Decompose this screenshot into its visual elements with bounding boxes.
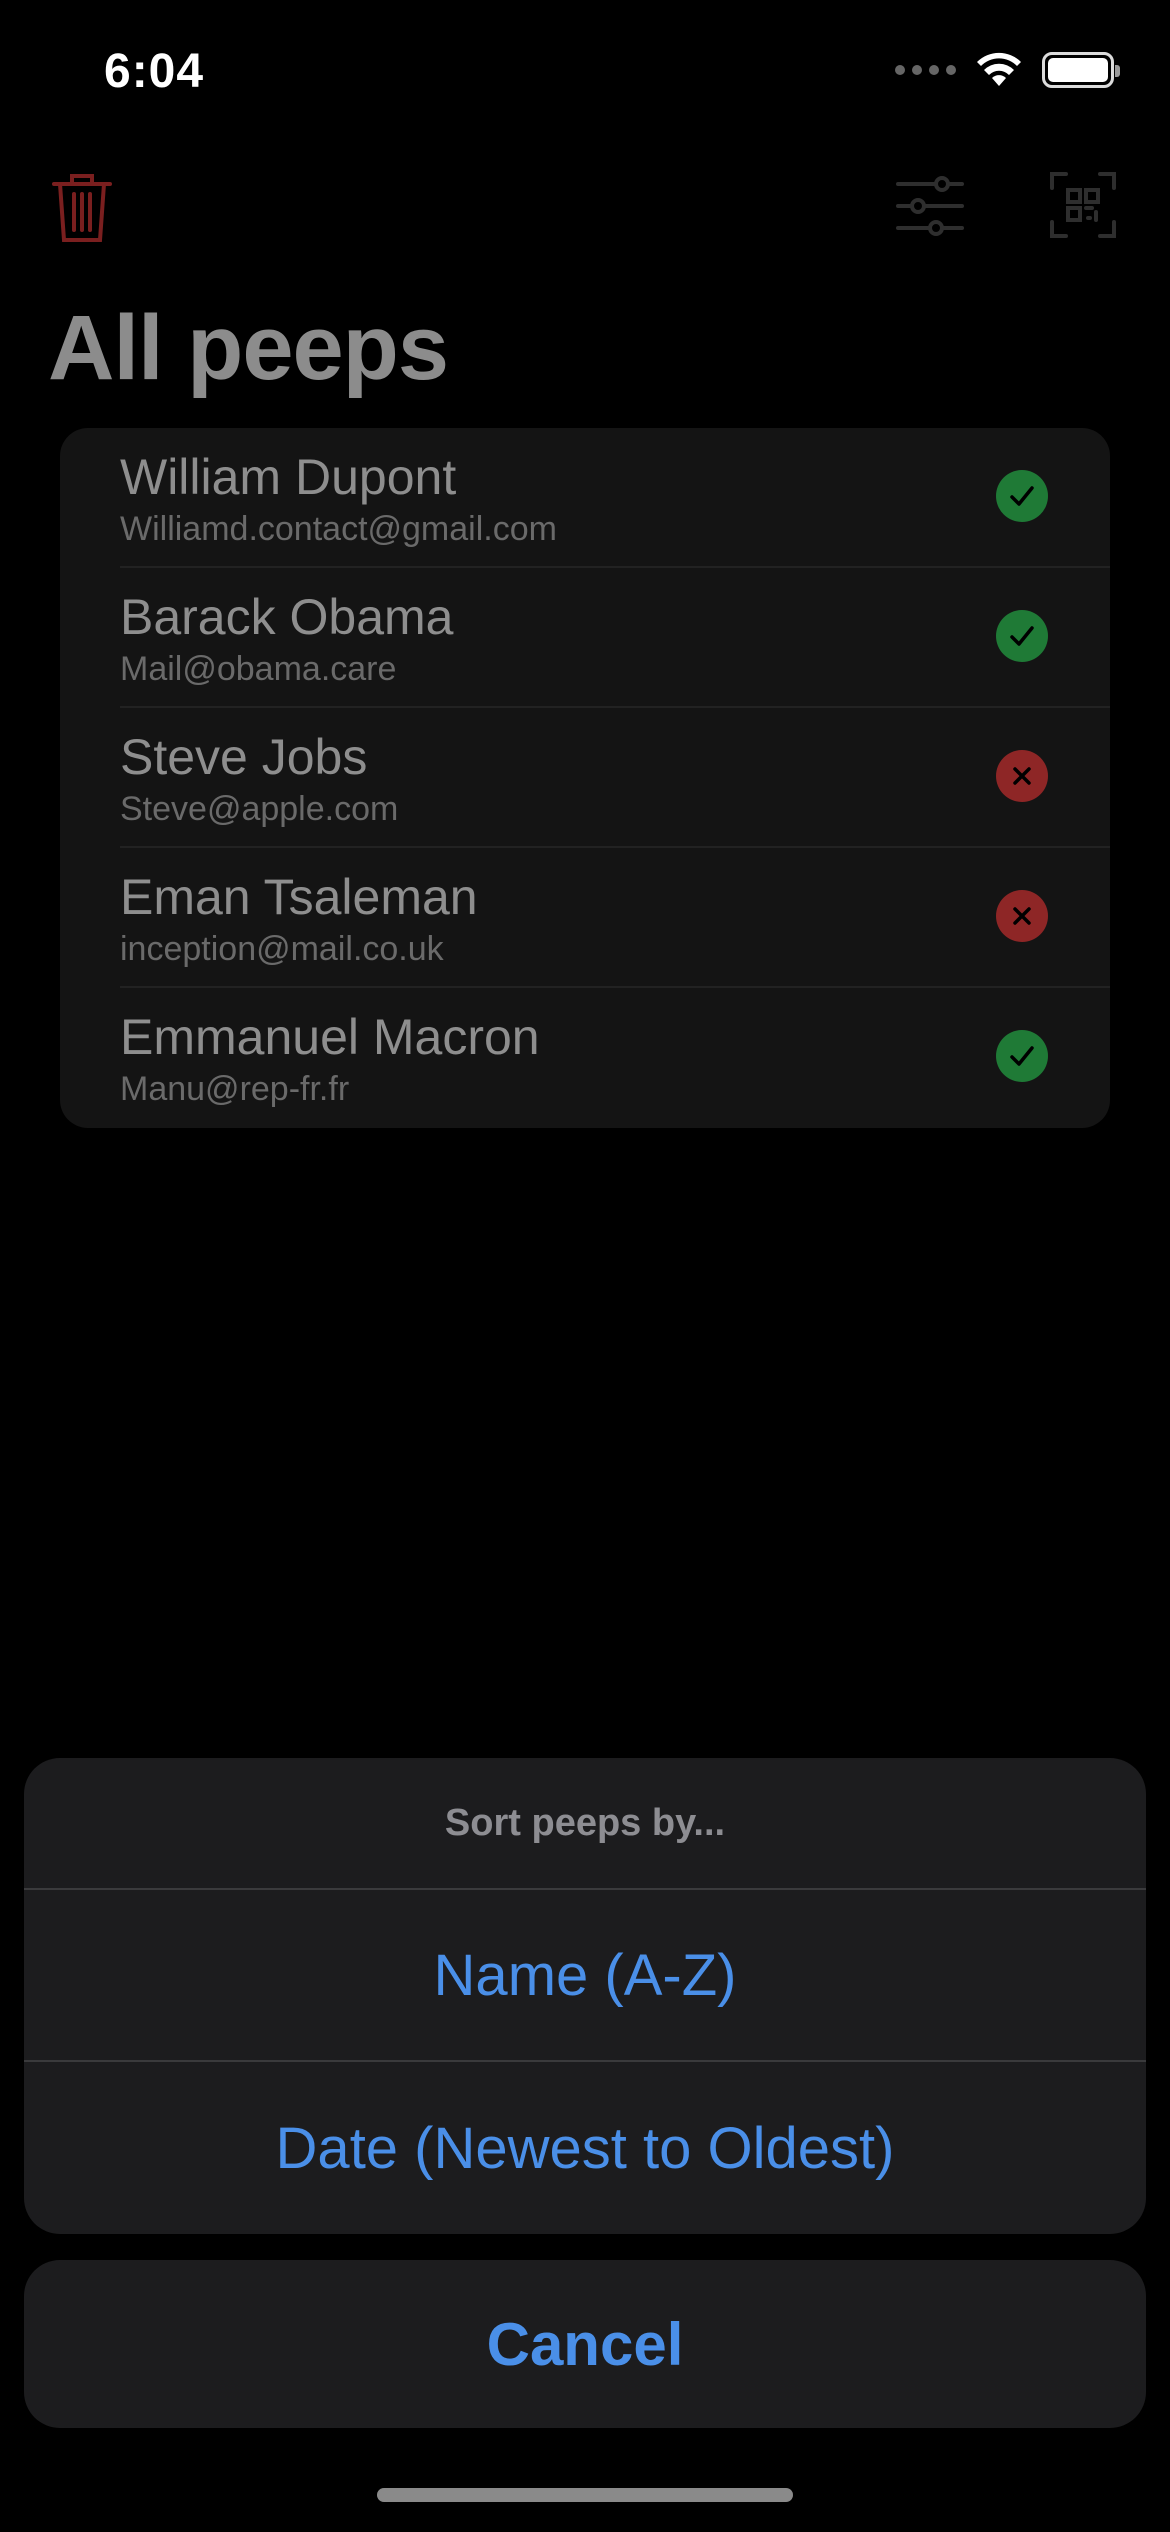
contact-name: Emmanuel Macron: [120, 1009, 540, 1065]
contact-list: William Dupont Williamd.contact@gmail.co…: [60, 428, 1110, 1128]
sort-by-name-option[interactable]: Name (A-Z): [24, 1890, 1146, 2062]
contact-name: Barack Obama: [120, 589, 454, 645]
contact-row[interactable]: Barack Obama Mail@obama.care: [60, 568, 1110, 708]
contact-row[interactable]: Emmanuel Macron Manu@rep-fr.fr: [60, 988, 1110, 1128]
screen: 6:04 All peeps William Dupont Williamd.c…: [0, 0, 1170, 2532]
xmark-icon: [996, 750, 1048, 802]
action-sheet-title: Sort peeps by...: [24, 1758, 1146, 1890]
cancel-button[interactable]: Cancel: [24, 2260, 1146, 2428]
checkmark-icon: [996, 610, 1048, 662]
contact-row[interactable]: Steve Jobs Steve@apple.com: [60, 708, 1110, 848]
sort-action-sheet: Sort peeps by... Name (A-Z) Date (Newest…: [24, 1758, 1146, 2234]
trash-icon[interactable]: [50, 170, 114, 244]
sort-by-date-option[interactable]: Date (Newest to Oldest): [24, 2062, 1146, 2234]
contact-row[interactable]: William Dupont Williamd.contact@gmail.co…: [60, 428, 1110, 568]
page-title: All peeps: [48, 297, 449, 399]
checkmark-icon: [996, 1030, 1048, 1082]
contact-name: William Dupont: [120, 449, 457, 505]
contact-email: Manu@rep-fr.fr: [120, 1070, 350, 1108]
filter-sliders-icon[interactable]: [896, 176, 964, 236]
xmark-icon: [996, 890, 1048, 942]
contact-email: Mail@obama.care: [120, 650, 397, 688]
contact-name: Eman Tsaleman: [120, 869, 478, 925]
home-indicator[interactable]: [377, 2488, 793, 2502]
contact-email: Williamd.contact@gmail.com: [120, 510, 557, 548]
contact-name: Steve Jobs: [120, 729, 368, 785]
contact-email: Steve@apple.com: [120, 790, 399, 828]
checkmark-icon: [996, 470, 1048, 522]
contact-email: inception@mail.co.uk: [120, 930, 444, 968]
contact-row[interactable]: Eman Tsaleman inception@mail.co.uk: [60, 848, 1110, 988]
qr-scan-icon[interactable]: [1050, 172, 1116, 238]
